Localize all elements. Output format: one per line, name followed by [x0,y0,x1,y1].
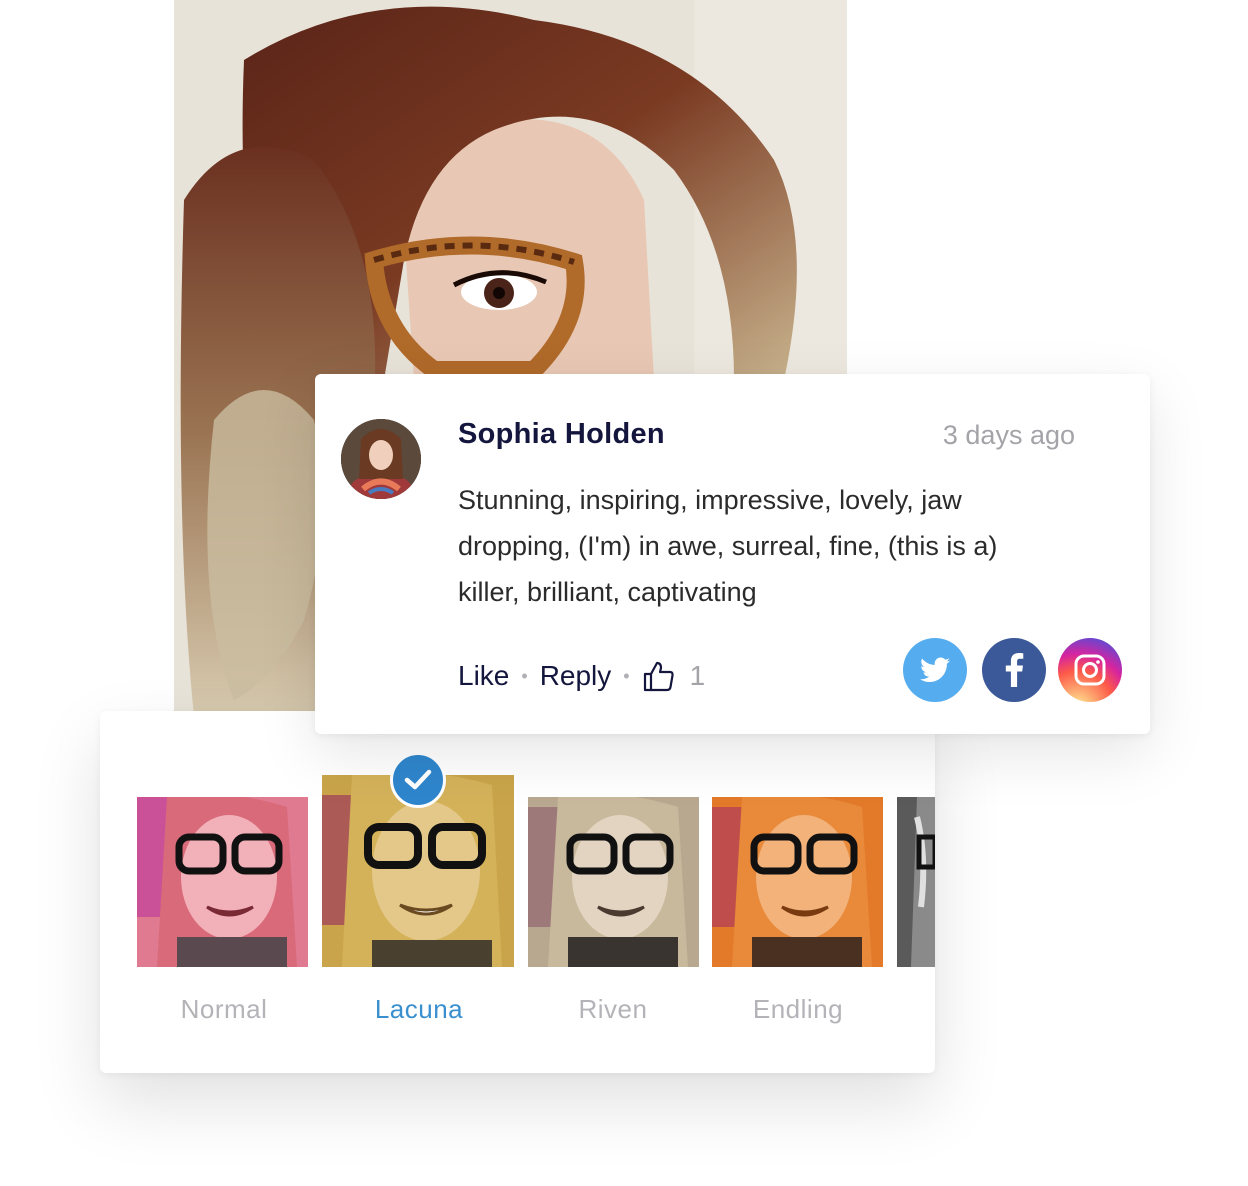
instagram-icon [1074,654,1106,686]
filter-thumbnail-endling[interactable] [712,797,883,967]
instagram-share-button[interactable] [1058,638,1122,702]
filter-thumbnail-partial[interactable] [897,797,935,967]
filter-label-normal[interactable]: Normal [134,994,314,1025]
separator-dot: • [521,665,528,686]
filter-label-endling[interactable]: Endling [708,994,888,1025]
like-count: 1 [689,660,706,691]
comment-actions: Like • Reply • 1 [458,656,705,696]
filter-thumbnail-normal[interactable] [137,797,308,967]
comment-text: Stunning, inspiring, impressive, lovely,… [458,485,998,607]
filter-picker-card: Normal Lacuna Riven Endling [100,711,935,1073]
facebook-share-button[interactable] [982,638,1046,702]
comment-card: Sophia Holden 3 days ago Stunning, inspi… [315,374,1150,734]
reply-link[interactable]: Reply [540,660,612,692]
twitter-share-button[interactable] [903,638,967,702]
like-link[interactable]: Like [458,660,509,692]
filter-thumbnail-riven[interactable] [528,797,699,967]
comment-author[interactable]: Sophia Holden [458,418,665,451]
twitter-icon [920,657,950,682]
selected-check-icon [390,752,446,808]
thumbs-up-icon[interactable] [642,659,676,693]
avatar[interactable] [341,419,421,499]
filter-label-lacuna[interactable]: Lacuna [329,994,509,1025]
facebook-icon [1005,653,1024,687]
comment-timestamp: 3 days ago [942,420,1075,450]
separator-dot: • [623,665,630,686]
filter-label-riven[interactable]: Riven [523,994,703,1025]
avatar-image [341,419,421,499]
